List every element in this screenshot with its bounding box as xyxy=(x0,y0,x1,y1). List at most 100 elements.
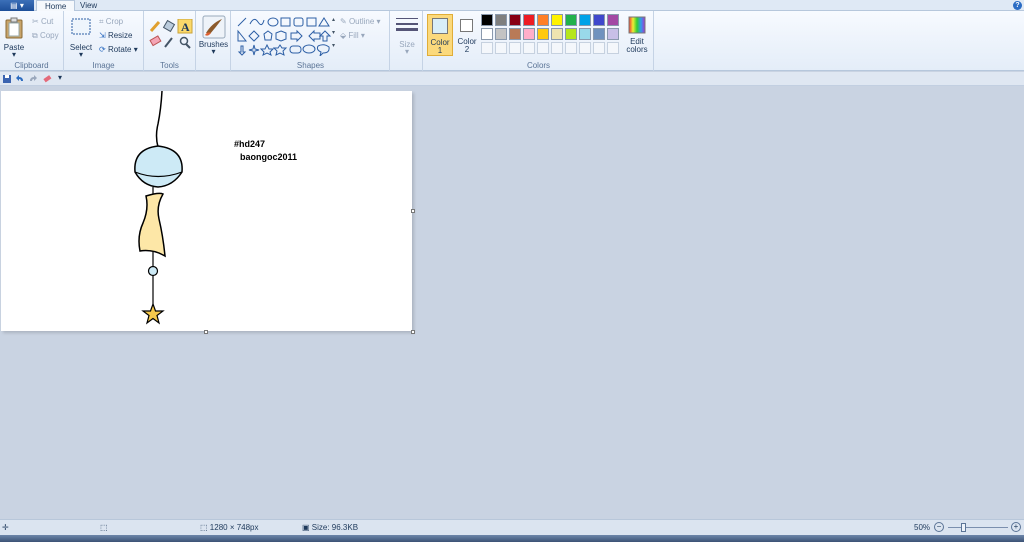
palette-swatch[interactable] xyxy=(551,28,563,40)
zoom-in-icon[interactable]: + xyxy=(1011,522,1021,532)
palette-swatch[interactable] xyxy=(509,28,521,40)
palette-swatch[interactable] xyxy=(565,28,577,40)
palette-swatch[interactable] xyxy=(523,42,535,54)
palette-swatch[interactable] xyxy=(565,14,577,26)
color1-swatch xyxy=(432,18,448,34)
eraser-quick-icon[interactable] xyxy=(42,74,52,84)
palette-swatch[interactable] xyxy=(593,28,605,40)
palette-swatch[interactable] xyxy=(565,42,577,54)
crop-label: Crop xyxy=(105,17,124,26)
palette-swatch[interactable] xyxy=(523,28,535,40)
cut-button[interactable]: ✂ Cut xyxy=(32,17,53,26)
shapes-gallery[interactable] xyxy=(236,16,332,56)
dimensions-text: 1280 × 748px xyxy=(209,523,259,532)
magnifier-icon[interactable] xyxy=(179,36,191,49)
eraser-icon[interactable] xyxy=(149,35,162,47)
zoom-out-icon[interactable]: − xyxy=(934,522,944,532)
select-button[interactable]: Select ▾ xyxy=(67,15,95,59)
windows-taskbar xyxy=(0,535,1024,542)
palette-swatch[interactable] xyxy=(579,14,591,26)
color2-button[interactable]: Color 2 xyxy=(455,14,479,56)
palette-swatch[interactable] xyxy=(551,14,563,26)
palette-swatch[interactable] xyxy=(495,28,507,40)
rotate-button[interactable]: ⟳ Rotate ▾ xyxy=(99,45,138,54)
redo-icon[interactable] xyxy=(28,74,38,84)
selection-size-icon: ⬚ xyxy=(100,523,108,532)
copy-button[interactable]: ⧉ Copy xyxy=(32,31,59,41)
resize-handle-corner[interactable] xyxy=(411,330,415,334)
palette-swatch[interactable] xyxy=(523,14,535,26)
select-rectangle-icon xyxy=(71,18,91,35)
customize-toolbar-icon[interactable]: ▾ xyxy=(58,73,68,83)
text-tool-icon[interactable]: A xyxy=(177,19,193,34)
scissors-icon: ✂ xyxy=(32,17,39,26)
palette-swatch[interactable] xyxy=(481,42,493,54)
palette-swatch[interactable] xyxy=(537,28,549,40)
zoom-slider-thumb[interactable] xyxy=(961,523,966,532)
color-picker-icon[interactable] xyxy=(164,37,173,48)
color2-number: 2 xyxy=(464,45,470,54)
palette-swatch[interactable] xyxy=(593,14,605,26)
undo-icon[interactable] xyxy=(15,74,25,84)
save-icon[interactable] xyxy=(2,74,12,84)
palette-swatch[interactable] xyxy=(607,28,619,40)
copy-icon: ⧉ xyxy=(32,31,38,40)
palette-swatch[interactable] xyxy=(495,14,507,26)
palette-swatch[interactable] xyxy=(509,14,521,26)
resize-button[interactable]: ⇲ Resize xyxy=(99,31,132,40)
palette-swatch[interactable] xyxy=(509,42,521,54)
file-size-text: Size: 96.3KB xyxy=(311,523,359,532)
brushes-group[interactable]: Brushes ▾ xyxy=(196,11,231,71)
select-dropdown-icon[interactable]: ▾ xyxy=(67,50,95,59)
palette-swatch[interactable] xyxy=(607,14,619,26)
shapes-group-label: Shapes xyxy=(296,61,325,70)
palette-swatch[interactable] xyxy=(537,14,549,26)
color1-number: 1 xyxy=(437,46,443,55)
cut-label: Cut xyxy=(40,17,54,26)
crop-icon: ⌗ xyxy=(99,17,104,26)
zoom-slider-track[interactable] xyxy=(948,527,1008,528)
brush-icon xyxy=(202,15,226,39)
clipboard-group: Paste ▾ ✂ Cut ⧉ Copy Clipboard xyxy=(0,11,64,71)
canvas-text-author: baongoc2011 xyxy=(240,152,298,162)
shapes-group: ▴ ▾ ▾ ✎ Outline ▾ ⬙ Fill ▾ Shapes xyxy=(232,11,390,71)
palette-swatch[interactable] xyxy=(579,42,591,54)
palette-swatch[interactable] xyxy=(495,42,507,54)
disk-icon: ▣ xyxy=(302,523,310,532)
paste-dropdown-icon[interactable]: ▾ xyxy=(1,50,27,59)
copy-label: Copy xyxy=(39,31,59,40)
tab-view[interactable]: View xyxy=(72,0,105,11)
fill-button[interactable]: ⬙ Fill ▾ xyxy=(340,31,365,40)
pencil-icon[interactable] xyxy=(149,21,161,32)
dimensions-icon: ⬚ xyxy=(200,523,208,532)
paint-menu-button[interactable]: ▤ ▾ xyxy=(0,0,34,11)
resize-handle-right[interactable] xyxy=(411,209,415,213)
clipboard-group-label: Clipboard xyxy=(14,61,49,70)
image-dimensions: ⬚ 1280 × 748px xyxy=(200,523,259,532)
palette-swatch[interactable] xyxy=(481,28,493,40)
palette-swatch[interactable] xyxy=(551,42,563,54)
palette-swatch[interactable] xyxy=(579,28,591,40)
fill-label: Fill xyxy=(348,31,359,40)
palette-swatch[interactable] xyxy=(607,42,619,54)
fill-bucket-icon[interactable] xyxy=(162,19,176,33)
color2-swatch xyxy=(460,19,473,32)
color1-button[interactable]: Color 1 xyxy=(427,14,453,56)
crop-button[interactable]: ⌗ Crop xyxy=(99,17,123,27)
edit-colors-button[interactable]: Edit colors xyxy=(624,14,650,56)
outline-button[interactable]: ✎ Outline ▾ xyxy=(340,17,381,26)
palette-swatch[interactable] xyxy=(537,42,549,54)
paste-button[interactable]: Paste ▾ xyxy=(1,15,27,59)
shapes-scroll[interactable]: ▴ ▾ ▾ xyxy=(332,14,338,54)
clipboard-icon xyxy=(5,17,23,39)
wind-chime-drawing xyxy=(134,91,183,325)
brushes-dropdown-icon[interactable]: ▾ xyxy=(196,47,231,56)
palette-swatch[interactable] xyxy=(481,14,493,26)
file-size: ▣ Size: 96.3KB xyxy=(302,523,358,532)
help-icon[interactable]: ? xyxy=(1013,1,1022,10)
resize-handle-bottom[interactable] xyxy=(204,330,208,334)
size-group[interactable]: Size ▾ xyxy=(391,11,423,71)
drawing-canvas[interactable]: #hd247 baongoc2011 xyxy=(1,91,412,331)
ribbon: Paste ▾ ✂ Cut ⧉ Copy Clipboard Select ▾ … xyxy=(0,11,1024,71)
palette-swatch[interactable] xyxy=(593,42,605,54)
